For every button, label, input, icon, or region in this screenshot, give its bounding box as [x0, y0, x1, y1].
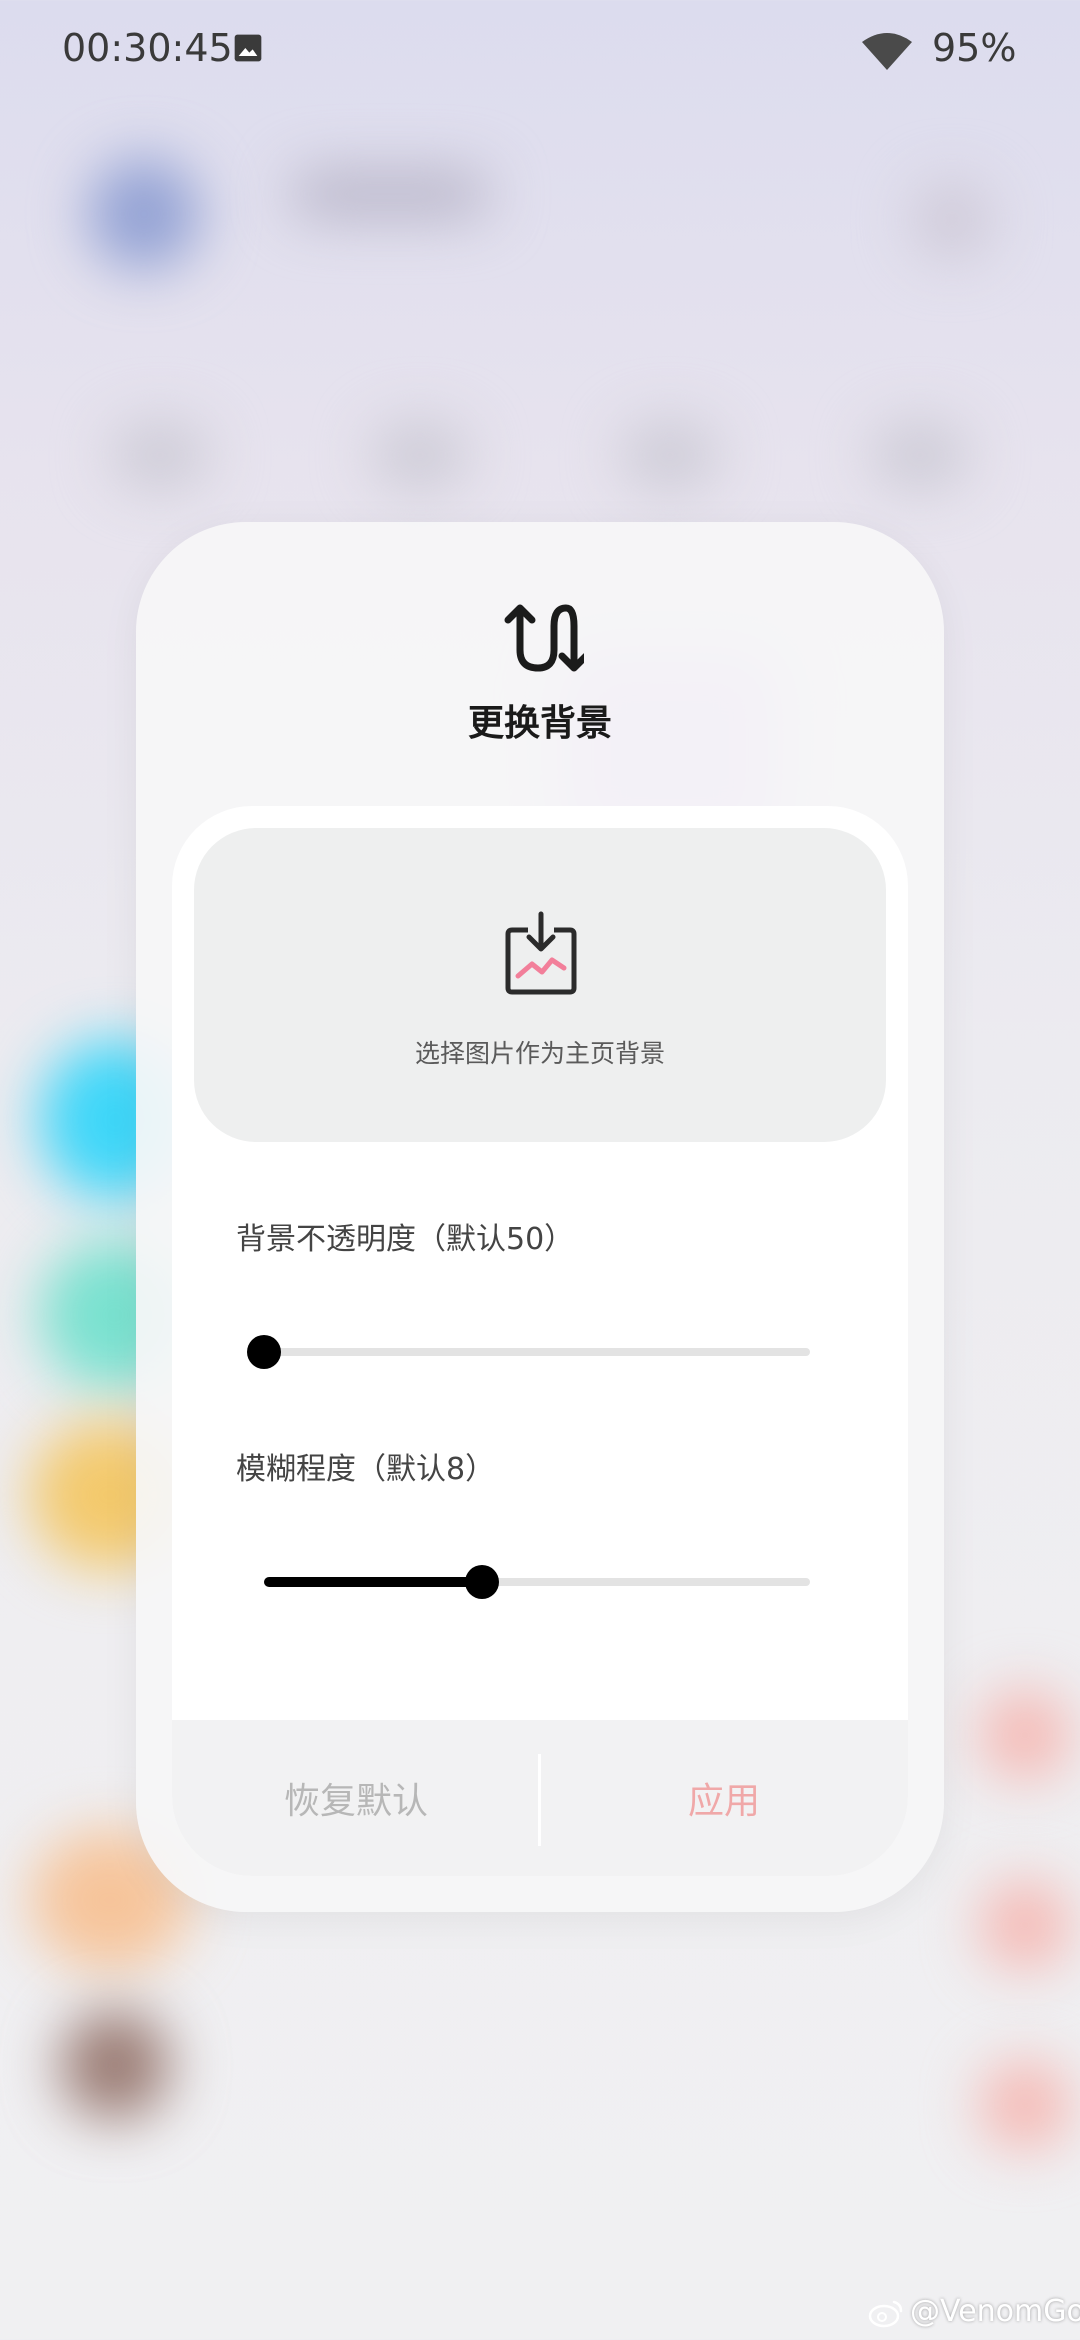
status-bar: 00:30:45 95% [0, 0, 1080, 100]
opacity-slider-track [264, 1348, 810, 1356]
select-image-label: 选择图片作为主页背景 [414, 1039, 665, 1068]
bg-red-blob-2 [980, 1880, 1070, 1970]
change-background-dialog: 更换背景 选择图片作为主页背景 背景不透明度（默认50） 模糊程度（默认8） 恢… [136, 522, 944, 1912]
bg-row-blob-3 [620, 420, 720, 490]
settings-card: 选择图片作为主页背景 背景不透明度（默认50） 模糊程度（默认8） 恢复默认 应… [172, 806, 908, 1876]
opacity-slider-thumb[interactable] [247, 1335, 281, 1369]
blur-slider-fill [264, 1577, 482, 1587]
bg-row-blob-4 [870, 420, 970, 490]
battery-level: 95% [932, 26, 1017, 70]
swap-icon [504, 604, 584, 672]
blur-slider[interactable] [264, 1562, 810, 1602]
bg-red-blob-1 [980, 1690, 1070, 1780]
reset-default-button[interactable]: 恢复默认 [172, 1720, 540, 1876]
opacity-slider[interactable] [247, 1332, 810, 1372]
opacity-slider-label: 背景不透明度（默认50） [236, 1222, 575, 1257]
blur-slider-thumb[interactable] [465, 1565, 499, 1599]
blur-slider-label: 模糊程度（默认8） [236, 1452, 496, 1487]
status-time: 00:30:45 [62, 26, 233, 70]
dialog-title: 更换背景 [467, 703, 612, 744]
bg-row-blob-2 [370, 420, 470, 490]
apply-button[interactable]: 应用 [540, 1720, 908, 1876]
weibo-icon [868, 2300, 903, 2328]
dialog-button-bar: 恢复默认 应用 [172, 1720, 908, 1876]
image-download-icon [505, 911, 577, 995]
gallery-icon [234, 34, 262, 62]
bg-brown-blob [60, 2010, 170, 2120]
select-image-button[interactable]: 选择图片作为主页背景 [194, 828, 886, 1142]
bg-icon-blob [912, 180, 992, 260]
bg-row-blob-1 [110, 420, 210, 490]
bg-avatar-blob [88, 158, 200, 270]
bg-title-blob [290, 170, 490, 218]
wifi-icon [862, 33, 912, 70]
bg-red-blob-3 [980, 2060, 1070, 2150]
watermark-text: @VenomGo [910, 2294, 1080, 2329]
